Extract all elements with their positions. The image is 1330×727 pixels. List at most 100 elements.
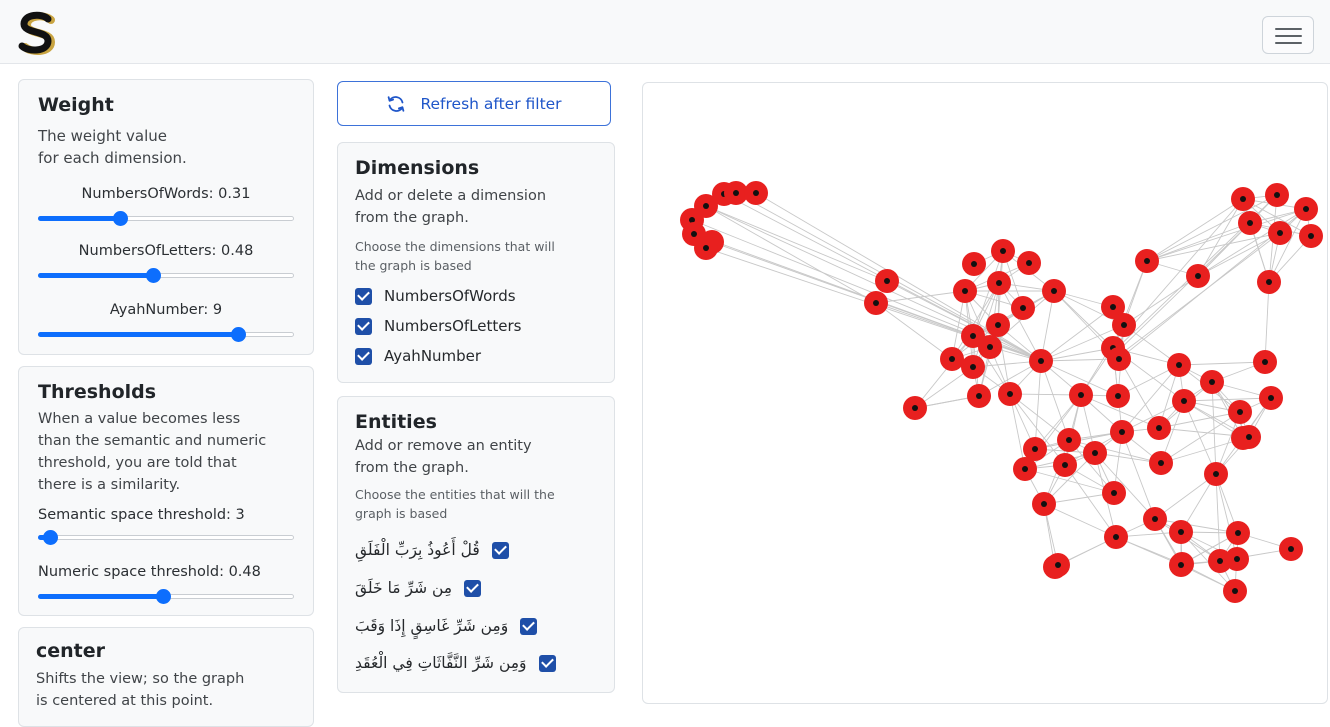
graph-node-center xyxy=(1115,393,1121,399)
graph-node-center xyxy=(1246,434,1252,440)
graph-node-center xyxy=(1158,460,1164,466)
semantic-threshold-slider[interactable] xyxy=(38,529,294,545)
center-description: Shifts the view; so the graph is centere… xyxy=(36,671,245,709)
network-graph[interactable] xyxy=(643,83,1327,703)
dimensions-title: Dimensions xyxy=(355,157,480,179)
graph-edge xyxy=(1154,518,1239,534)
thresholds-description: When a value becomes less than the seman… xyxy=(38,411,267,493)
graph-node-center xyxy=(912,405,918,411)
graph-node-center xyxy=(753,190,759,196)
entity-item-2[interactable]: مِن شَرِّ مَا خَلَقَ xyxy=(355,579,482,597)
dimension-numbers-of-words[interactable]: NumbersOfWords xyxy=(355,287,516,305)
semantic-threshold-label: Semantic space threshold: 3 xyxy=(38,507,245,523)
graph-edge xyxy=(1178,361,1266,366)
graph-panel[interactable] xyxy=(642,82,1328,704)
graph-node-center xyxy=(703,203,709,209)
dimensions-hint: Choose the dimensions that will the grap… xyxy=(355,239,555,273)
graph-node-center xyxy=(1110,304,1116,310)
dimension-ayah-number[interactable]: AyahNumber xyxy=(355,347,481,365)
graph-node-center xyxy=(1113,534,1119,540)
graph-node-center xyxy=(1055,562,1061,568)
graph-edge xyxy=(1094,452,1156,520)
graph-node-center xyxy=(1026,260,1032,266)
checkbox-checked-icon[interactable] xyxy=(355,317,372,335)
graph-node-center xyxy=(1020,305,1026,311)
graph-node-center xyxy=(1156,425,1162,431)
entities-description: Add or remove an entity from the graph. xyxy=(355,438,532,476)
top-navbar xyxy=(0,0,1330,64)
checkbox-checked-icon[interactable] xyxy=(538,654,556,672)
graph-node-center xyxy=(1116,356,1122,362)
entity-item-1[interactable]: قُلْ أَعُوذُ بِرَبِّ الْفَلَقِ xyxy=(355,541,509,559)
graph-node-center xyxy=(970,333,976,339)
weight-title: Weight xyxy=(38,94,114,116)
graph-node-center xyxy=(1232,588,1238,594)
refresh-label: Refresh after filter xyxy=(420,94,562,113)
graph-node-center xyxy=(976,393,982,399)
graph-node-center xyxy=(1268,395,1274,401)
numbers-of-letters-slider[interactable] xyxy=(38,267,294,283)
hamburger-menu-icon[interactable] xyxy=(1262,16,1314,54)
graph-node-center xyxy=(949,356,955,362)
graph-node-center xyxy=(1262,359,1268,365)
graph-node-center xyxy=(1000,248,1006,254)
graph-node-center xyxy=(873,300,879,306)
graph-node-center xyxy=(733,190,739,196)
graph-node-center xyxy=(691,231,697,237)
refresh-after-filter-button[interactable]: Refresh after filter xyxy=(337,81,611,126)
dimensions-card: Dimensions Add or delete a dimension fro… xyxy=(337,142,615,383)
weight-description: The weight value for each dimension. xyxy=(38,127,187,167)
slider-thumb[interactable] xyxy=(113,211,128,226)
graph-node-center xyxy=(1041,501,1047,507)
graph-node-center xyxy=(1022,466,1028,472)
slider-thumb[interactable] xyxy=(156,589,171,604)
graph-node-center xyxy=(1237,409,1243,415)
graph-node-center xyxy=(1308,233,1314,239)
graph-node-center xyxy=(1078,392,1084,398)
graph-node-center xyxy=(1111,490,1117,496)
graph-node-center xyxy=(1288,546,1294,552)
graph-node-center xyxy=(1152,516,1158,522)
graph-edge xyxy=(1146,222,1251,262)
entities-card: Entities Add or remove an entity from th… xyxy=(337,396,615,693)
center-title: center xyxy=(36,640,106,662)
checkbox-checked-icon[interactable] xyxy=(355,347,372,365)
graph-node-center xyxy=(1038,358,1044,364)
numbers-of-words-label: NumbersOfWords: 0.31 xyxy=(81,186,251,202)
numeric-threshold-slider[interactable] xyxy=(38,588,294,604)
graph-edge xyxy=(875,302,953,360)
graph-node-center xyxy=(1178,562,1184,568)
checkbox-checked-icon[interactable] xyxy=(464,579,482,597)
dimensions-description: Add or delete a dimension from the graph… xyxy=(355,188,547,226)
checkbox-checked-icon[interactable] xyxy=(355,287,372,305)
slider-thumb[interactable] xyxy=(231,327,246,342)
graph-edge xyxy=(705,205,877,304)
graph-node-center xyxy=(1274,192,1280,198)
graph-node-center xyxy=(971,261,977,267)
graph-edge xyxy=(875,290,966,304)
graph-node-center xyxy=(1144,258,1150,264)
graph-edge xyxy=(1112,222,1251,357)
graph-node-center xyxy=(1195,273,1201,279)
checkbox-checked-icon[interactable] xyxy=(520,617,538,635)
graph-edge xyxy=(1146,198,1244,262)
s-logo-icon[interactable] xyxy=(14,10,60,56)
graph-node-center xyxy=(962,288,968,294)
entity-item-3[interactable]: وَمِن شَرِّ غَاسِقٍ إِذَا وَقَبَ xyxy=(355,617,538,635)
graph-node-center xyxy=(1121,322,1127,328)
graph-node-center xyxy=(1051,288,1057,294)
thresholds-title: Thresholds xyxy=(38,381,157,403)
ayah-number-slider[interactable] xyxy=(38,326,294,342)
slider-thumb[interactable] xyxy=(43,530,58,545)
graph-node-center xyxy=(970,364,976,370)
graph-node-center xyxy=(987,344,993,350)
graph-node-center xyxy=(1209,379,1215,385)
entity-item-4[interactable]: وَمِن شَرِّ النَّفَّاثَاتِ فِي الْعُقَدِ xyxy=(355,654,556,672)
slider-thumb[interactable] xyxy=(146,268,161,283)
graph-node-center xyxy=(1303,206,1309,212)
checkbox-checked-icon[interactable] xyxy=(491,541,509,559)
numbers-of-words-slider[interactable] xyxy=(38,210,294,226)
dimension-numbers-of-letters[interactable]: NumbersOfLetters xyxy=(355,317,521,335)
graph-node-center xyxy=(1234,556,1240,562)
center-card: center Shifts the view; so the graph is … xyxy=(18,627,314,727)
